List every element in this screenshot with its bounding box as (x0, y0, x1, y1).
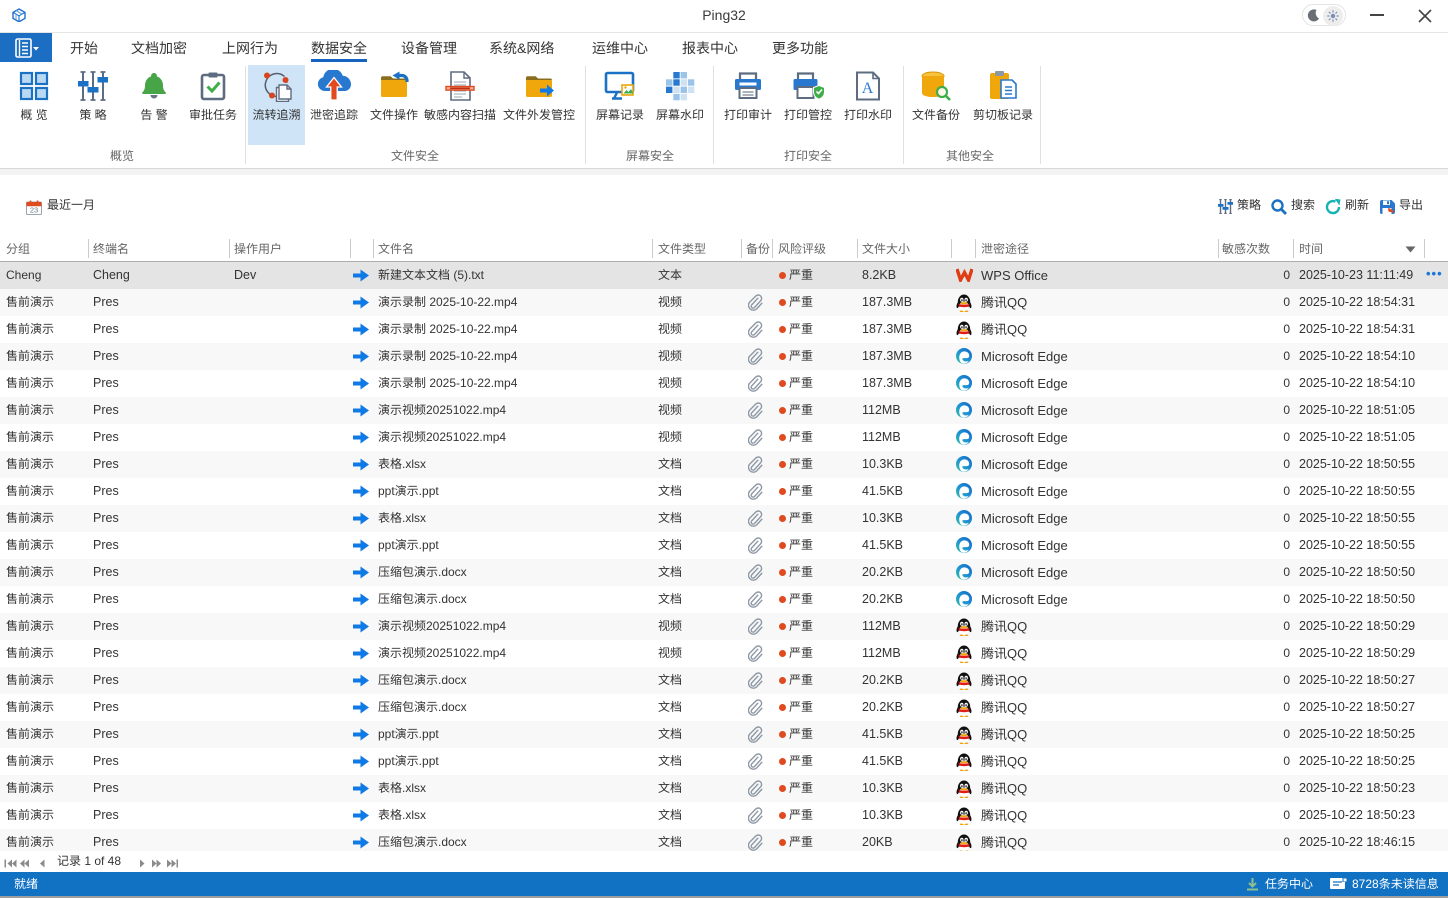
svg-text:23: 23 (30, 206, 38, 215)
svg-text:A: A (862, 80, 874, 97)
